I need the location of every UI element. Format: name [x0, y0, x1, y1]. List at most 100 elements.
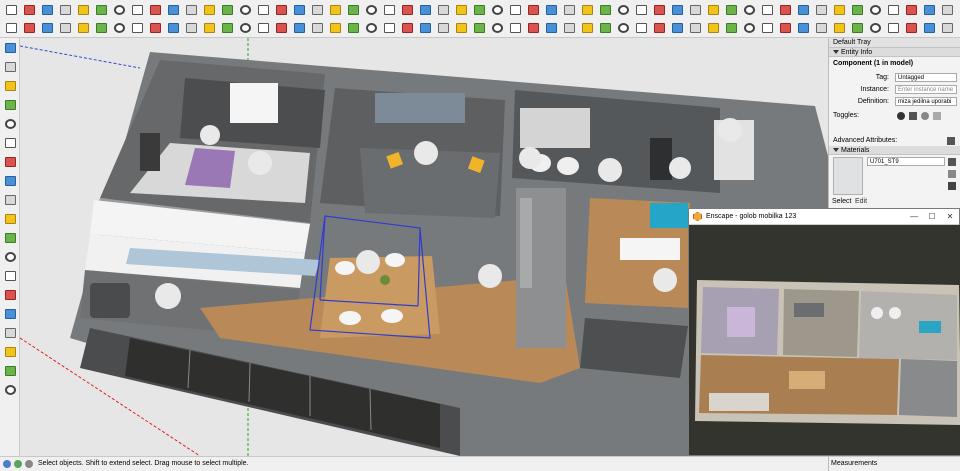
- material-name-field[interactable]: U701_ST9: [867, 157, 945, 166]
- tag-select[interactable]: Untagged: [895, 73, 957, 82]
- enscape-titlebar[interactable]: Enscape - golob mobilka 123 — ☐ ✕: [689, 209, 959, 225]
- lock-toggle-icon[interactable]: [909, 112, 917, 120]
- tape-measure-icon[interactable]: [327, 2, 343, 18]
- monochrome-icon[interactable]: [273, 20, 289, 36]
- push-pull-icon[interactable]: [219, 2, 235, 18]
- group-icon[interactable]: [21, 20, 37, 36]
- visibility-toggle-icon[interactable]: [897, 112, 905, 120]
- measurements-box[interactable]: Measurements: [828, 457, 960, 471]
- move-icon[interactable]: [2, 287, 18, 303]
- enscape-settings-icon[interactable]: [849, 2, 865, 18]
- push-pull-icon[interactable]: [2, 268, 18, 284]
- pie-icon[interactable]: [201, 2, 217, 18]
- solid-tools-icon[interactable]: [921, 2, 937, 18]
- enscape-render[interactable]: [689, 225, 960, 455]
- follow-me-icon[interactable]: [273, 2, 289, 18]
- rotated-rectangle-icon[interactable]: [129, 2, 145, 18]
- circle-icon[interactable]: [147, 2, 163, 18]
- sandbox-flip-icon[interactable]: [471, 20, 487, 36]
- material-eyedropper-icon[interactable]: [948, 182, 956, 190]
- enscape-feedback-icon[interactable]: [903, 2, 919, 18]
- rectangle-icon[interactable]: [111, 2, 127, 18]
- scene-icon[interactable]: [345, 20, 361, 36]
- geo-location-icon[interactable]: [14, 460, 22, 468]
- scale-icon[interactable]: [2, 344, 18, 360]
- bezier-icon[interactable]: [867, 20, 883, 36]
- paint-bucket-icon[interactable]: [39, 2, 55, 18]
- warehouse-icon[interactable]: [723, 2, 739, 18]
- sandbox-grid-icon[interactable]: [453, 20, 469, 36]
- stitch-icon[interactable]: [831, 20, 847, 36]
- pie-icon[interactable]: [2, 249, 18, 265]
- print-icon[interactable]: [597, 20, 613, 36]
- materials-select-tab[interactable]: Select: [832, 198, 851, 205]
- orient-faces-icon[interactable]: [813, 20, 829, 36]
- component-make-icon[interactable]: [39, 20, 55, 36]
- outliner-icon[interactable]: [327, 20, 343, 36]
- add-detail-icon[interactable]: [489, 20, 505, 36]
- scale-icon[interactable]: [291, 2, 307, 18]
- section-cut-icon[interactable]: [363, 20, 379, 36]
- rectangle-icon[interactable]: [2, 154, 18, 170]
- display-section-icon[interactable]: [615, 2, 631, 18]
- enscape-view-icon[interactable]: [813, 2, 829, 18]
- enscape-asset-icon[interactable]: [867, 2, 883, 18]
- attribute-icon[interactable]: [741, 20, 757, 36]
- back-view-icon[interactable]: [129, 20, 145, 36]
- rotate-icon[interactable]: [2, 306, 18, 322]
- offset-icon[interactable]: [309, 2, 325, 18]
- cast-shadow-toggle-icon[interactable]: [921, 112, 929, 120]
- 3d-text-icon[interactable]: [417, 2, 433, 18]
- move-icon[interactable]: [237, 2, 253, 18]
- arc-icon[interactable]: [183, 2, 199, 18]
- definition-field[interactable]: miza jedilna uporabi: [895, 97, 957, 106]
- right-view-icon[interactable]: [111, 20, 127, 36]
- advanced-attributes-icon[interactable]: [947, 137, 955, 145]
- dimension-icon[interactable]: [345, 2, 361, 18]
- fog-icon[interactable]: [687, 2, 703, 18]
- rotate-icon[interactable]: [255, 2, 271, 18]
- entity-info-header[interactable]: Entity Info: [829, 48, 960, 57]
- left-view-icon[interactable]: [147, 20, 163, 36]
- spline-icon[interactable]: [885, 20, 901, 36]
- component-options-icon[interactable]: [723, 20, 739, 36]
- circle-icon[interactable]: [2, 192, 18, 208]
- style-icon[interactable]: [651, 2, 667, 18]
- polygon-icon[interactable]: [165, 2, 181, 18]
- trimble-connect-icon[interactable]: [651, 20, 667, 36]
- extension-icon[interactable]: [741, 2, 757, 18]
- materials-header[interactable]: Materials: [829, 146, 960, 155]
- material-pencil-icon[interactable]: [948, 158, 956, 166]
- shadow-icon[interactable]: [669, 2, 685, 18]
- material-new-icon[interactable]: [948, 170, 956, 178]
- reverse-faces-icon[interactable]: [795, 20, 811, 36]
- sandbox-drape-icon[interactable]: [435, 20, 451, 36]
- enscape-sync-icon[interactable]: [795, 2, 811, 18]
- textured-icon[interactable]: [255, 20, 271, 36]
- back-edges-icon[interactable]: [183, 20, 199, 36]
- maximize-icon[interactable]: ☐: [923, 212, 941, 221]
- eraser-icon[interactable]: [57, 2, 73, 18]
- sandbox-stamp-icon[interactable]: [417, 20, 433, 36]
- close-icon[interactable]: ✕: [941, 212, 959, 221]
- tape-measure-icon[interactable]: [2, 382, 18, 398]
- pan-icon[interactable]: [453, 2, 469, 18]
- component-icon[interactable]: [21, 2, 37, 18]
- layer-icon[interactable]: [309, 20, 325, 36]
- minimize-icon[interactable]: —: [905, 212, 923, 221]
- arc-tool-icon[interactable]: [903, 20, 919, 36]
- arc-icon[interactable]: [2, 230, 18, 246]
- xray-icon[interactable]: [165, 20, 181, 36]
- arrow-select-icon[interactable]: [3, 2, 19, 18]
- receive-shadow-toggle-icon[interactable]: [933, 112, 941, 120]
- freehand-icon[interactable]: [93, 2, 109, 18]
- arrow-icon[interactable]: [2, 40, 18, 56]
- soften-edges-icon[interactable]: [759, 20, 775, 36]
- model-info-icon[interactable]: [705, 2, 721, 18]
- fix-normals-icon[interactable]: [777, 20, 793, 36]
- shaded-icon[interactable]: [237, 20, 253, 36]
- profile-icon[interactable]: [291, 20, 307, 36]
- line-icon[interactable]: [75, 2, 91, 18]
- wireframe-icon[interactable]: [201, 20, 217, 36]
- enscape-window[interactable]: Enscape - golob mobilka 123 — ☐ ✕: [688, 208, 960, 456]
